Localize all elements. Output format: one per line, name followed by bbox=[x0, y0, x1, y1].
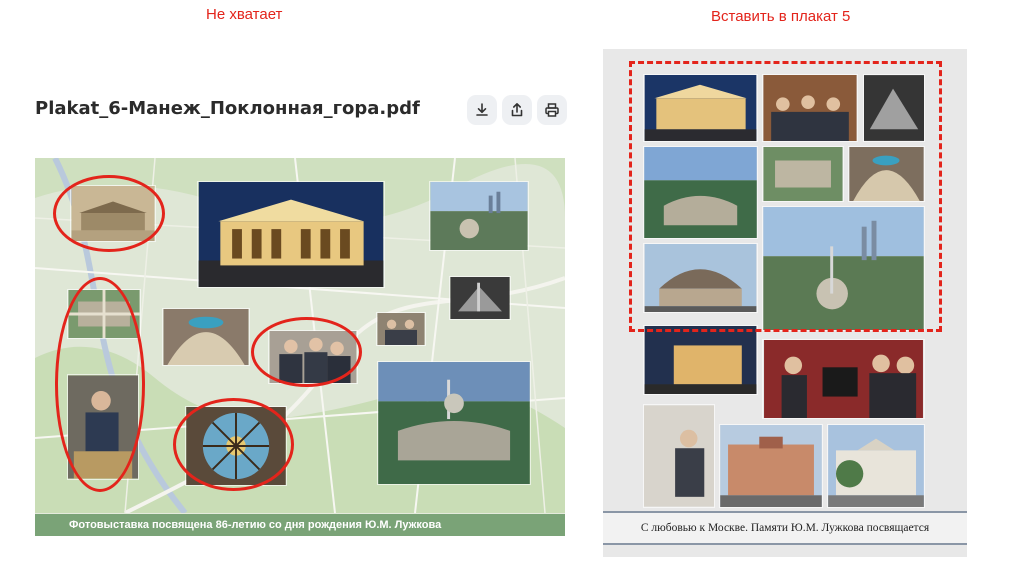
left-poster-footer-caption: Фотовыставка посвящена 86-летию со дня р… bbox=[35, 514, 565, 536]
manege-night-photo bbox=[197, 181, 385, 288]
insert-annotation-label: Вставить в плакат 5 bbox=[711, 8, 851, 25]
interior-dome-photo bbox=[162, 308, 250, 366]
share-button[interactable] bbox=[502, 95, 532, 125]
premiere-event-photo bbox=[762, 339, 925, 419]
group-photo bbox=[376, 312, 426, 346]
annotation-ellipse bbox=[53, 175, 165, 252]
download-button[interactable] bbox=[467, 95, 497, 125]
aerial-city-photo bbox=[429, 181, 529, 251]
classical-building-photo bbox=[827, 424, 925, 508]
annotation-ellipse bbox=[251, 317, 362, 387]
poklonnaya-hill-photo bbox=[377, 361, 531, 485]
annotation-ellipse bbox=[173, 398, 294, 491]
missing-annotation-label: Не хватает bbox=[206, 6, 283, 23]
print-button[interactable] bbox=[537, 95, 567, 125]
theater-night-photo bbox=[643, 325, 758, 395]
pdf-filename-title: Plakat_6-Манеж_Поклонная_гора.pdf bbox=[35, 98, 420, 119]
insert-area-outline bbox=[629, 61, 942, 332]
print-icon bbox=[545, 103, 559, 117]
man-signing-wall-photo bbox=[643, 404, 715, 508]
share-icon bbox=[511, 103, 523, 117]
cinema-building-photo bbox=[719, 424, 823, 508]
download-icon bbox=[476, 103, 488, 116]
annotation-ellipse bbox=[55, 277, 145, 492]
right-poster-footer-caption: С любовью к Москве. Памяти Ю.М. Лужкова … bbox=[603, 511, 967, 545]
monument-bw-photo bbox=[449, 276, 511, 320]
